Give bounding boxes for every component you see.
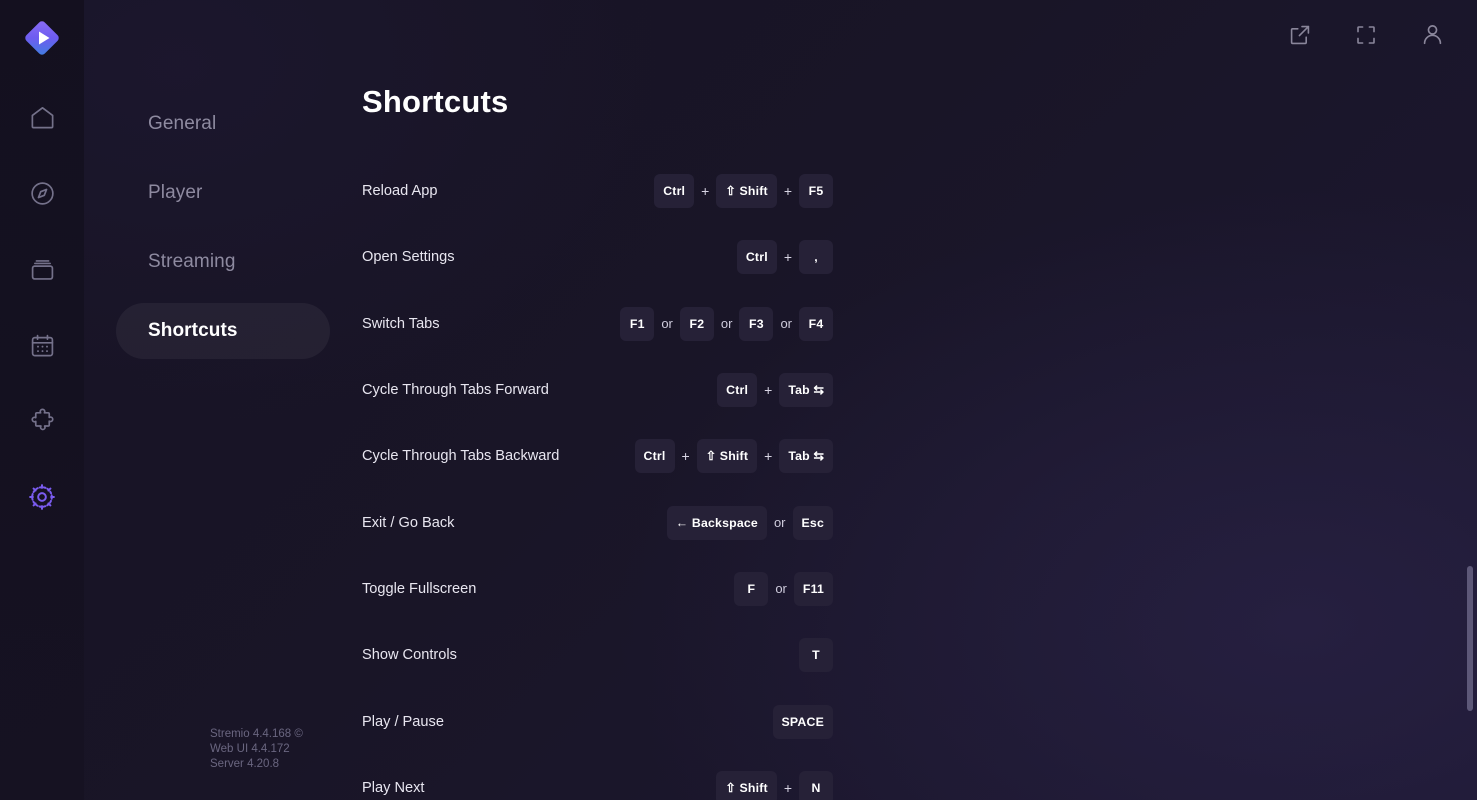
shortcut-label: Play / Pause — [362, 713, 444, 730]
key-cap[interactable]: Ctrl — [717, 373, 758, 408]
library-icon — [29, 256, 56, 283]
key-separator-plus: + — [783, 779, 792, 796]
shortcut-keys: For F11 — [734, 571, 833, 606]
key-cap[interactable]: Tab ⇆ — [779, 373, 833, 408]
key-cap[interactable]: , — [799, 240, 833, 275]
home-icon — [29, 104, 56, 131]
settings-menu-item-streaming[interactable]: Streaming — [116, 234, 330, 290]
shortcut-keys: T — [799, 638, 833, 673]
puzzle-icon — [29, 408, 56, 435]
sidebar-item-board[interactable] — [16, 91, 68, 143]
settings-side-menu: General Player Streaming Shortcuts Strem… — [84, 0, 362, 800]
key-cap[interactable]: F3 — [739, 306, 774, 341]
key-cap[interactable]: Ctrl — [654, 174, 695, 209]
vertical-scrollbar-thumb[interactable] — [1467, 566, 1473, 711]
vertical-scrollbar-track[interactable] — [1463, 0, 1477, 800]
shortcut-label: Cycle Through Tabs Backward — [362, 448, 560, 465]
shortcut-label: Switch Tabs — [362, 315, 440, 332]
key-separator-or: or — [773, 515, 786, 531]
shortcut-keys: Ctrl + ⇧ Shift + F5 — [654, 174, 833, 209]
key-separator-plus: + — [783, 249, 792, 266]
shortcut-row: Play Next ⇧ Shift + N — [362, 755, 833, 800]
key-separator-plus: + — [701, 183, 710, 200]
shortcut-row: Cycle Through Tabs Backward Ctrl + ⇧ Shift +… — [362, 423, 833, 489]
shortcut-label: Show Controls — [362, 647, 457, 664]
nav-rail — [0, 0, 84, 800]
sidebar-item-settings[interactable] — [16, 471, 68, 523]
stremio-settings-window: General Player Streaming Shortcuts Strem… — [0, 0, 1477, 800]
sidebar-item-discover[interactable] — [16, 167, 68, 219]
key-cap[interactable]: Ctrl — [634, 439, 675, 474]
shortcut-row: Switch Tabs F1 or F2 or F3 or F4 — [362, 291, 833, 357]
shortcut-row: Cycle Through Tabs Forward Ctrl + Tab ⇆ — [362, 357, 833, 423]
shortcut-keys: Ctrl + Tab ⇆ — [717, 373, 833, 408]
nav-rail-items — [16, 91, 68, 547]
shortcut-row: Open Settings Ctrl +, — [362, 224, 833, 290]
key-cap[interactable]: T — [799, 638, 833, 673]
shortcuts-panel: Shortcuts Reload App Ctrl + ⇧ Shift + F5 Open … — [362, 0, 1462, 800]
key-separator-or: or — [661, 316, 673, 332]
sidebar-item-calendar[interactable] — [16, 319, 68, 371]
key-cap[interactable]: N — [799, 770, 833, 800]
stremio-play-logo[interactable] — [18, 14, 66, 62]
key-separator-or: or — [720, 316, 733, 332]
sidebar-item-library[interactable] — [16, 243, 68, 295]
shortcut-keys: ⇧ Shift + N — [716, 770, 833, 800]
key-cap[interactable]: F5 — [799, 174, 833, 209]
key-cap[interactable]: Ctrl — [736, 240, 777, 275]
key-separator-plus: + — [783, 183, 792, 200]
compass-icon — [29, 180, 56, 207]
key-cap[interactable]: F1 — [620, 306, 655, 341]
shortcut-label: Toggle Fullscreen — [362, 580, 477, 597]
version-info: Stremio 4.4.168 © Web UI 4.4.172 Server … — [210, 728, 303, 770]
key-cap[interactable]: Tab ⇆ — [779, 439, 833, 474]
key-cap[interactable]: SPACE — [772, 704, 833, 739]
settings-menu-item-general[interactable]: General — [116, 96, 330, 152]
key-separator-plus: + — [764, 448, 773, 465]
shortcut-row: Toggle Fullscreen For F11 — [362, 556, 833, 622]
key-cap[interactable]: F4 — [799, 306, 833, 341]
sidebar-item-addons[interactable] — [16, 395, 68, 447]
key-cap[interactable]: ⇧ Shift — [716, 174, 777, 209]
shortcut-label: Open Settings — [362, 249, 455, 266]
shortcut-keys: Ctrl + ⇧ Shift + Tab ⇆ — [634, 439, 833, 474]
calendar-icon — [29, 332, 56, 359]
key-cap[interactable]: ← Backspace — [666, 505, 767, 540]
gear-icon — [28, 483, 56, 511]
shortcut-keys: SPACE — [772, 704, 833, 739]
key-cap[interactable]: ⇧ Shift — [696, 439, 758, 474]
shortcut-label: Cycle Through Tabs Forward — [362, 382, 549, 399]
key-cap[interactable]: Esc — [792, 505, 833, 540]
shortcut-label: Reload App — [362, 183, 438, 200]
shortcuts-list: Reload App Ctrl + ⇧ Shift + F5 Open Settings Ct… — [362, 158, 1462, 800]
key-separator-or: or — [775, 581, 787, 597]
shortcut-keys: Ctrl +, — [736, 240, 833, 275]
key-cap[interactable]: ⇧ Shift — [716, 770, 777, 800]
settings-menu-item-shortcuts[interactable]: Shortcuts — [116, 303, 330, 359]
settings-menu-item-player[interactable]: Player — [116, 165, 330, 221]
shortcut-label: Exit / Go Back — [362, 514, 455, 531]
shortcut-row: Exit / Go Back ← Backspace or Esc — [362, 489, 833, 555]
shortcut-keys: ← Backspace or Esc — [666, 505, 833, 540]
key-cap[interactable]: F — [734, 571, 769, 606]
page-title: Shortcuts — [362, 84, 509, 119]
shortcut-row: Show Controls T — [362, 622, 833, 688]
key-separator-plus: + — [764, 382, 773, 399]
key-cap[interactable]: F11 — [793, 571, 833, 606]
shortcut-label: Play Next — [362, 779, 425, 796]
key-cap[interactable]: F2 — [679, 306, 714, 341]
shortcut-row: Play / Pause SPACE — [362, 688, 833, 754]
key-separator-or: or — [780, 316, 792, 332]
shortcut-row: Reload App Ctrl + ⇧ Shift + F5 — [362, 158, 833, 224]
shortcut-keys: F1 or F2 or F3 or F4 — [620, 306, 833, 341]
key-separator-plus: + — [681, 448, 690, 465]
